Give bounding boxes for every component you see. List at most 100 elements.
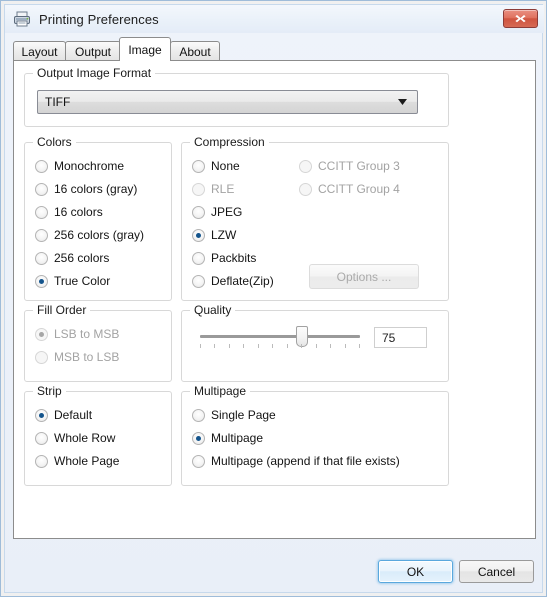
radio-dot-icon — [192, 408, 205, 422]
radio-multipage-append-label: Multipage (append if that file exists) — [211, 454, 400, 468]
compression-caption: Compression — [190, 135, 269, 149]
output-format-value: TIFF — [45, 95, 71, 109]
strip-group: Strip Default Whole Row Whole Page — [24, 384, 172, 486]
radio-multipage-append[interactable]: Multipage (append if that file exists) — [192, 453, 400, 469]
fill-order-caption: Fill Order — [33, 303, 91, 317]
compression-group: Compression None RLE JPEG LZW Packbits D… — [181, 135, 449, 301]
colors-group: Colors Monochrome 16 colors (gray) 16 co… — [24, 135, 172, 301]
radio-strip-default[interactable]: Default — [35, 407, 92, 423]
strip-caption: Strip — [33, 384, 66, 398]
image-tab-panel: Output Image Format TIFF Colors Monochro… — [13, 60, 536, 539]
radio-lzw[interactable]: LZW — [192, 227, 236, 243]
radio-lzw-label: LZW — [211, 228, 237, 242]
radio-strip-whole-row[interactable]: Whole Row — [35, 430, 115, 446]
radio-dot-icon — [35, 228, 48, 242]
radio-msb-to-lsb-label: MSB to LSB — [54, 350, 120, 364]
multipage-caption: Multipage — [190, 384, 251, 398]
radio-lsb-to-msb-label: LSB to MSB — [54, 327, 120, 341]
radio-strip-default-label: Default — [54, 408, 93, 422]
radio-multipage[interactable]: Multipage — [192, 430, 263, 446]
radio-dot-icon — [192, 454, 205, 468]
radio-dot-icon — [192, 431, 205, 445]
radio-dot-icon — [35, 159, 48, 173]
radio-16-colors-label: 16 colors — [54, 205, 103, 219]
radio-16-colors[interactable]: 16 colors — [35, 204, 103, 220]
radio-256-colors-gray[interactable]: 256 colors (gray) — [35, 227, 144, 243]
output-format-combobox[interactable]: TIFF — [37, 90, 418, 114]
radio-single-page-label: Single Page — [211, 408, 276, 422]
radio-dot-icon — [35, 274, 48, 288]
radio-256-colors[interactable]: 256 colors — [35, 250, 109, 266]
tab-about[interactable]: About — [170, 41, 220, 61]
radio-dot-icon — [35, 454, 48, 468]
radio-lsb-to-msb: LSB to MSB — [35, 326, 119, 342]
radio-dot-icon — [192, 251, 205, 265]
printing-preferences-dialog: Printing Preferences Layout Output Image… — [0, 0, 547, 597]
quality-value-input[interactable]: 75 — [374, 327, 427, 348]
quality-group: Quality 75 — [181, 303, 449, 382]
quality-value-text: 75 — [382, 330, 396, 345]
tabstrip: Layout Output Image About — [13, 37, 536, 61]
printer-icon — [12, 10, 32, 28]
quality-caption: Quality — [190, 303, 236, 317]
radio-deflate-zip-label: Deflate(Zip) — [211, 274, 274, 288]
radio-dot-icon — [35, 251, 48, 265]
titlebar: Printing Preferences — [5, 5, 544, 33]
radio-dot-icon — [35, 408, 48, 422]
radio-true-color-label: True Color — [54, 274, 111, 288]
radio-jpeg-label: JPEG — [211, 205, 243, 219]
radio-packbits-label: Packbits — [211, 251, 257, 265]
radio-monochrome-label: Monochrome — [54, 159, 125, 173]
radio-dot-icon — [35, 182, 48, 196]
radio-none[interactable]: None — [192, 158, 240, 174]
radio-dot-icon — [299, 182, 312, 196]
radio-dot-icon — [35, 431, 48, 445]
tab-output[interactable]: Output — [65, 41, 121, 61]
radio-ccitt-group-4-label: CCITT Group 4 — [318, 182, 400, 196]
output-image-format-caption: Output Image Format — [33, 66, 156, 80]
radio-16-colors-gray[interactable]: 16 colors (gray) — [35, 181, 137, 197]
radio-dot-icon — [192, 182, 205, 196]
tab-image[interactable]: Image — [119, 37, 171, 61]
radio-true-color[interactable]: True Color — [35, 273, 110, 289]
tab-layout[interactable]: Layout — [13, 41, 66, 61]
radio-dot-icon — [192, 159, 205, 173]
tab-image-label: Image — [128, 42, 162, 57]
tab-about-label: About — [179, 44, 211, 59]
radio-16-colors-gray-label: 16 colors (gray) — [54, 182, 138, 196]
radio-strip-whole-page[interactable]: Whole Page — [35, 453, 119, 469]
radio-dot-icon — [35, 327, 48, 341]
radio-256-colors-gray-label: 256 colors (gray) — [54, 228, 145, 242]
multipage-group: Multipage Single Page Multipage Multipag… — [181, 384, 449, 486]
radio-ccitt-group-3-label: CCITT Group 3 — [318, 159, 400, 173]
fill-order-group: Fill Order LSB to MSB MSB to LSB — [24, 303, 172, 382]
radio-256-colors-label: 256 colors — [54, 251, 110, 265]
ok-button-label: OK — [406, 564, 425, 579]
radio-none-label: None — [211, 159, 240, 173]
tab-output-label: Output — [74, 44, 112, 59]
radio-rle: RLE — [192, 181, 234, 197]
radio-strip-whole-page-label: Whole Page — [54, 454, 120, 468]
quality-slider-track[interactable] — [200, 335, 360, 338]
radio-dot-icon — [192, 228, 205, 242]
radio-multipage-label: Multipage — [211, 431, 264, 445]
radio-single-page[interactable]: Single Page — [192, 407, 276, 423]
radio-deflate-zip[interactable]: Deflate(Zip) — [192, 273, 274, 289]
ok-button[interactable]: OK — [378, 560, 453, 583]
radio-ccitt-group-3: CCITT Group 3 — [299, 158, 400, 174]
radio-packbits[interactable]: Packbits — [192, 250, 256, 266]
radio-dot-icon — [192, 205, 205, 219]
chevron-down-icon — [394, 99, 417, 105]
close-button[interactable] — [503, 9, 538, 28]
cancel-button[interactable]: Cancel — [459, 560, 534, 583]
radio-monochrome[interactable]: Monochrome — [35, 158, 124, 174]
tab-layout-label: Layout — [21, 44, 58, 59]
radio-dot-icon — [192, 274, 205, 288]
radio-jpeg[interactable]: JPEG — [192, 204, 242, 220]
radio-strip-whole-row-label: Whole Row — [54, 431, 116, 445]
quality-slider-ticks — [200, 344, 360, 350]
compression-options-button-label: Options ... — [336, 269, 392, 284]
cancel-button-label: Cancel — [477, 564, 516, 579]
radio-dot-icon — [35, 205, 48, 219]
colors-caption: Colors — [33, 135, 76, 149]
